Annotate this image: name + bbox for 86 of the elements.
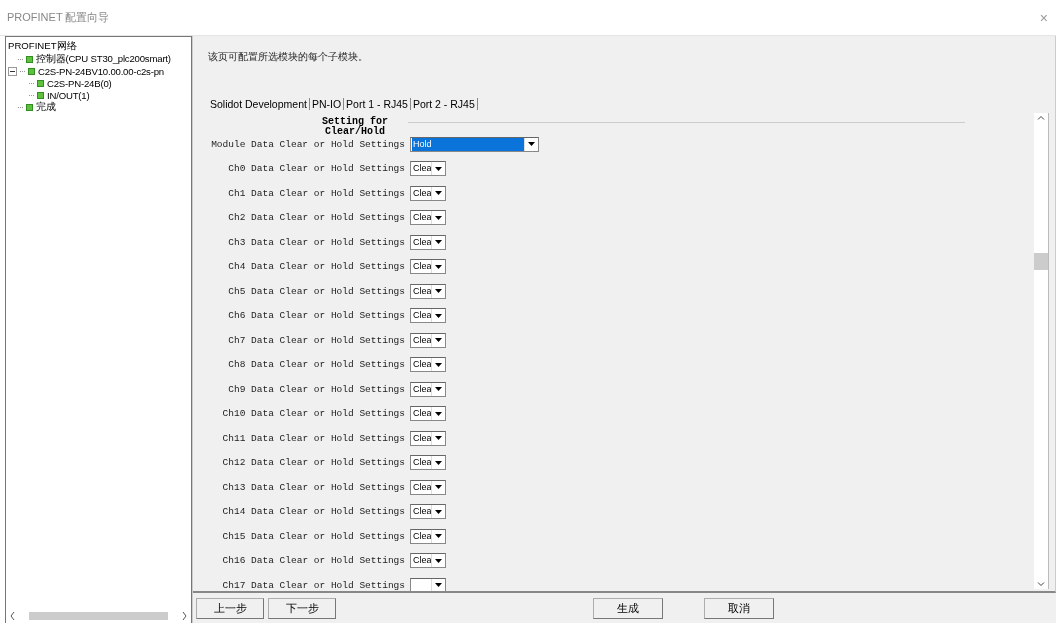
node-icon [26,55,33,63]
setting-label: Ch3 Data Clear or Hold Settings [227,236,406,248]
dropdown[interactable]: Clea [410,430,446,446]
tree-item[interactable]: IN/OUT(1) [47,89,90,101]
setting-label: Ch16 Data Clear or Hold Settings [221,555,406,567]
nav-button[interactable]: 下一步 [268,597,336,619]
caret-icon [435,338,442,343]
caret-icon [435,485,442,490]
dropdown[interactable]: Hold [410,136,539,152]
setting-label: Ch1 Data Clear or Hold Settings [227,187,406,199]
caret-icon [435,215,442,220]
dropdown[interactable]: Clea [410,381,446,397]
nav-button[interactable]: 上一步 [196,597,264,619]
node-icon [37,91,44,99]
node-icon [37,79,44,87]
tree-item[interactable]: 完成 [36,100,56,114]
tree-item[interactable]: C2S-PN-24BV10.00.00-c2s-pn [38,65,164,77]
tab[interactable]: Port 2 - RJ45 [410,98,478,110]
dropdown[interactable]: Clea [410,185,446,201]
setting-label: Ch9 Data Clear or Hold Settings [227,383,406,395]
dropdown[interactable]: Clea [410,332,446,348]
dropdown[interactable]: Clea [410,308,446,324]
tree-item[interactable]: 控制器(CPU ST30_plc200smart) [36,52,171,66]
caret-icon [435,289,442,294]
caret-icon [435,436,442,441]
scrollbar-thumb[interactable] [29,612,168,620]
caret-icon [435,387,442,392]
setting-label: Ch4 Data Clear or Hold Settings [227,261,406,273]
caret-icon [435,313,442,318]
action-button[interactable]: 生成 [593,597,663,619]
setting-label: Ch2 Data Clear or Hold Settings [227,212,406,224]
node-icon [28,67,35,75]
tree-root[interactable]: PROFINET网络 [8,40,189,53]
caret-icon [435,166,442,171]
caret-icon [435,362,442,367]
dropdown[interactable]: Clea [410,504,446,520]
setting-label: Ch6 Data Clear or Hold Settings [227,310,406,322]
collapse-toggle-icon[interactable] [8,66,17,76]
window-title: PROFINET 配置向导 [7,10,110,25]
dropdown[interactable]: Clea [410,259,446,275]
dropdown[interactable]: Clea [410,210,446,226]
caret-icon [435,191,442,196]
action-button[interactable]: 取消 [704,597,774,619]
dropdown[interactable]: Clea [410,455,446,471]
group-title: Setting for Clear/Hold [321,117,389,137]
scroll-left-icon[interactable] [10,612,15,620]
tab[interactable]: Port 1 - RJ45 [344,98,411,110]
scroll-right-icon[interactable] [182,612,187,620]
caret-icon [435,460,442,465]
caret-icon [435,240,442,245]
caret-icon [435,509,442,514]
caret-icon [435,558,442,563]
caret-icon [528,142,535,147]
dropdown[interactable]: Clea [410,479,446,495]
caret-icon [435,264,442,269]
dropdown[interactable]: Clea [410,283,446,299]
setting-label: Ch13 Data Clear or Hold Settings [221,481,406,493]
scroll-up-icon[interactable] [1037,113,1045,123]
setting-label: Ch15 Data Clear or Hold Settings [221,530,406,542]
tree-item[interactable]: C2S-PN-24B(0) [47,77,112,89]
setting-label: Ch0 Data Clear or Hold Settings [227,163,406,175]
setting-label: Ch14 Data Clear or Hold Settings [221,506,406,518]
caret-icon [435,534,442,539]
setting-label: Ch7 Data Clear or Hold Settings [227,334,406,346]
node-icon [26,103,33,111]
dropdown[interactable]: Clea [410,357,446,373]
scroll-down-icon[interactable] [1037,579,1045,589]
caret-icon [435,583,442,588]
tab[interactable]: PN-IO [309,98,345,110]
dropdown[interactable]: Clea [410,161,446,177]
dropdown[interactable]: Clea [410,234,446,250]
setting-label: Ch12 Data Clear or Hold Settings [221,457,406,469]
scrollbar-thumb[interactable] [1034,253,1048,270]
setting-label: Ch11 Data Clear or Hold Settings [221,432,406,444]
setting-label: Module Data Clear or Hold Settings [210,138,406,150]
setting-label: Ch17 Data Clear or Hold Settings [221,579,406,591]
setting-label: Ch8 Data Clear or Hold Settings [227,359,406,371]
dropdown[interactable]: Clea [410,553,446,569]
caret-icon [435,411,442,416]
tab[interactable]: Solidot Development [208,98,310,110]
dropdown[interactable] [410,577,446,591]
setting-label: Ch5 Data Clear or Hold Settings [227,285,406,297]
dropdown[interactable]: Clea [410,528,446,544]
setting-label: Ch10 Data Clear or Hold Settings [221,408,406,420]
dropdown[interactable]: Clea [410,406,446,422]
description-text: 该页可配置所选模块的每个子模块。 [208,50,369,64]
